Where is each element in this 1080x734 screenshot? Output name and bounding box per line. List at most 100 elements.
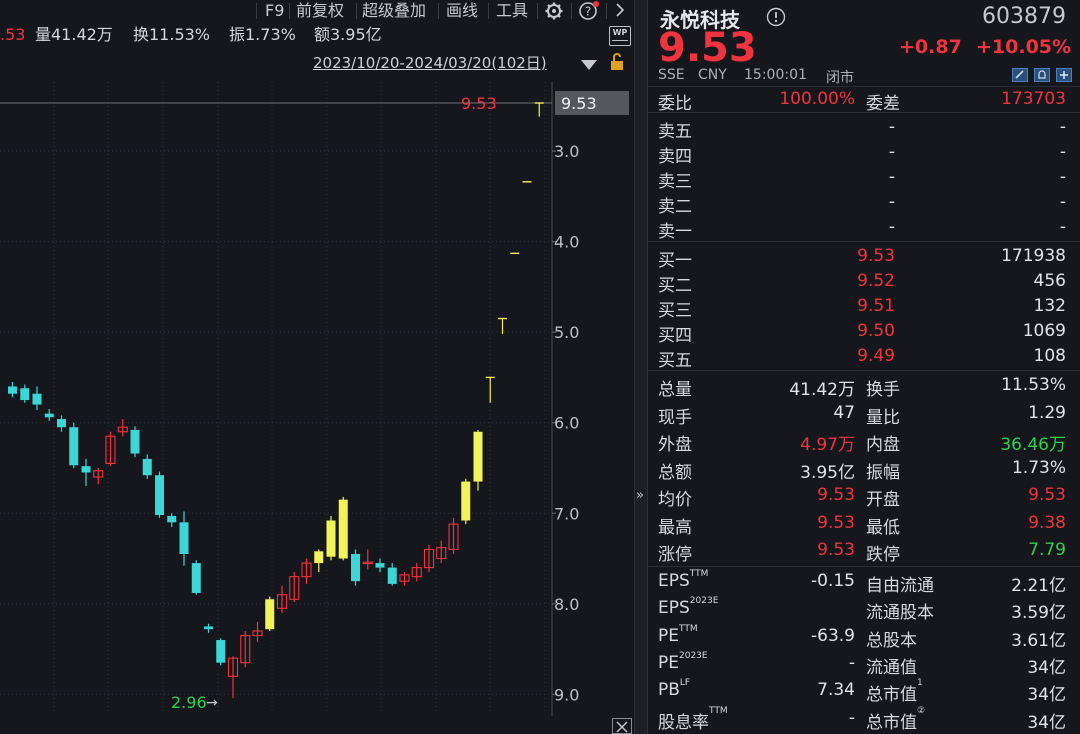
last-price: 9.53 bbox=[658, 25, 757, 71]
info-amount: 额3.95亿 bbox=[314, 25, 382, 44]
stat-label: 换手 bbox=[866, 380, 900, 400]
stat-row: 总额 3.95亿 振幅 1.73% bbox=[648, 458, 1080, 483]
stat-value: 9.38 bbox=[1028, 512, 1066, 533]
stat-value: 9.53 bbox=[1028, 485, 1066, 505]
candle-body bbox=[81, 466, 91, 473]
dropdown-triangle-icon[interactable] bbox=[580, 56, 598, 75]
edit-icon[interactable] bbox=[1012, 68, 1028, 86]
overlay-button[interactable]: 超级叠加 bbox=[362, 0, 426, 22]
draw-button[interactable]: 画线 bbox=[446, 0, 478, 22]
fundamental-label-text: 总市值 bbox=[866, 712, 917, 733]
fundamental-label: 总市值② bbox=[866, 706, 925, 733]
info-price: .53 bbox=[0, 25, 26, 44]
stat-label: 内盘 bbox=[866, 435, 900, 455]
stat-label: 振幅 bbox=[866, 462, 900, 483]
alert-bell-icon[interactable] bbox=[1034, 68, 1050, 86]
market-status-row: SSE CNY 15:00:01 闭市 bbox=[648, 67, 1080, 86]
fundamental-row: PBLF 7.34 总市值1 34亿 bbox=[648, 678, 1080, 706]
asks-volume: - bbox=[1059, 217, 1066, 237]
f9-button[interactable]: F9 bbox=[265, 0, 284, 22]
candle-body bbox=[8, 386, 17, 394]
y-tick-label: 9.0 bbox=[554, 685, 579, 704]
y-tick-label: 8.0 bbox=[554, 595, 579, 614]
stat-value: 9.53 bbox=[817, 540, 855, 560]
fundamental-label-text: 股息率 bbox=[658, 712, 709, 733]
stat-value: 36.46万 bbox=[1000, 435, 1066, 455]
candle-body bbox=[351, 554, 360, 582]
fundamental-value: 34亿 bbox=[1027, 685, 1066, 706]
fundamental-label: 流通股本 bbox=[866, 598, 934, 623]
chart-toolbar: F9 前复权 超级叠加 画线 工具 ? bbox=[0, 0, 634, 24]
bids-price: 9.52 bbox=[857, 271, 895, 291]
bids-row[interactable]: 买二 9.52 456 bbox=[648, 271, 1080, 296]
asks-label: 卖二 bbox=[658, 197, 692, 217]
bids-row[interactable]: 买四 9.50 1069 bbox=[648, 321, 1080, 346]
lock-icon[interactable] bbox=[608, 52, 626, 76]
expand-arrow-icon[interactable]: » bbox=[636, 488, 644, 503]
bids-price: 9.51 bbox=[857, 296, 895, 316]
bids-volume: 108 bbox=[1033, 346, 1066, 366]
fundamental-value: 3.61亿 bbox=[1011, 630, 1066, 651]
kline-chart[interactable]: 9.0 8.0 7.0 6.0 5.0 4.0 3.0 9.53 9.53 2.96 → bbox=[0, 0, 634, 734]
stat-label: 开盘 bbox=[866, 490, 900, 510]
app-window: { "toolbar": { "f9": "F9", "adjust": "前复… bbox=[0, 0, 1080, 734]
panel-divider[interactable]: » bbox=[634, 0, 648, 734]
wp-icon[interactable]: WP bbox=[609, 26, 631, 46]
bids-row[interactable]: 买三 9.51 132 bbox=[648, 296, 1080, 321]
add-watchlist-icon[interactable] bbox=[1056, 68, 1072, 86]
asks-row[interactable]: 卖一 - - bbox=[648, 217, 1080, 242]
candle-body bbox=[57, 419, 66, 428]
fundamental-row: PE2023E - 流通值 34亿 bbox=[648, 651, 1080, 678]
fundamental-label-sup: 1 bbox=[917, 678, 923, 689]
asks-row[interactable]: 卖二 - - bbox=[648, 192, 1080, 217]
kline-chart-pane: 9.0 8.0 7.0 6.0 5.0 4.0 3.0 9.53 9.53 2.96 → F9 前复… bbox=[0, 0, 634, 734]
help-icon[interactable]: ? bbox=[578, 0, 600, 22]
stat-label: 涨停 bbox=[658, 545, 692, 565]
candle-body bbox=[142, 458, 152, 476]
exchange: SSE bbox=[658, 67, 685, 83]
settings-gear-icon[interactable] bbox=[544, 0, 566, 22]
stat-row: 均价 9.53 开盘 9.53 bbox=[648, 485, 1080, 510]
candle-body bbox=[387, 567, 397, 584]
stat-row: 涨停 9.53 跌停 7.79 bbox=[648, 540, 1080, 565]
asks-price: - bbox=[888, 117, 895, 137]
bids-row[interactable]: 买五 9.49 108 bbox=[648, 346, 1080, 371]
chevron-right-icon[interactable] bbox=[614, 0, 626, 22]
fundamental-label: 股息率TTM bbox=[658, 706, 728, 733]
fundamental-label-text: PE bbox=[658, 652, 679, 673]
asks-price: - bbox=[888, 217, 895, 237]
date-range-selector[interactable]: 2023/10/20-2024/03/20(102日) bbox=[313, 52, 547, 73]
candle-body bbox=[155, 475, 164, 516]
fundamental-label-text: 总市值 bbox=[866, 685, 917, 706]
candle-body bbox=[130, 429, 140, 454]
bids-label: 买四 bbox=[658, 326, 692, 346]
candle-body bbox=[69, 427, 79, 466]
fundamental-label-text: PE bbox=[658, 625, 679, 646]
close-icon[interactable] bbox=[612, 718, 632, 734]
fundamental-row: EPS2023E 流通股本 3.59亿 bbox=[648, 596, 1080, 623]
stat-label: 最低 bbox=[866, 517, 900, 538]
stat-value: 41.42万 bbox=[789, 380, 855, 400]
asks-row[interactable]: 卖五 - - bbox=[648, 117, 1080, 142]
wp-badge-text: WP bbox=[612, 28, 628, 37]
fundamental-label-text: EPS bbox=[658, 598, 690, 619]
tools-button[interactable]: 工具 bbox=[496, 0, 528, 22]
bids-price: 9.50 bbox=[857, 321, 895, 341]
weibi-value: 100.00% bbox=[779, 89, 855, 109]
fundamental-label: PE2023E bbox=[658, 651, 708, 673]
asks-row[interactable]: 卖三 - - bbox=[648, 167, 1080, 192]
stat-row: 外盘 4.97万 内盘 36.46万 bbox=[648, 430, 1080, 455]
stat-row: 最高 9.53 最低 9.38 bbox=[648, 512, 1080, 538]
stat-value: 1.29 bbox=[1028, 402, 1066, 423]
bids-row[interactable]: 买一 9.53 171938 bbox=[648, 246, 1080, 271]
bids-volume: 171938 bbox=[1001, 246, 1066, 266]
asks-row[interactable]: 卖四 - - bbox=[648, 142, 1080, 167]
weicha-value: 173703 bbox=[1001, 89, 1066, 109]
fundamental-label-sup: TTM bbox=[689, 569, 709, 579]
info-volume: 量41.42万 bbox=[35, 25, 113, 44]
candle-body bbox=[473, 431, 483, 482]
stat-label: 总额 bbox=[658, 462, 692, 483]
weicha-label: 委差 bbox=[866, 94, 900, 114]
asks-volume: - bbox=[1059, 192, 1066, 212]
adjust-button[interactable]: 前复权 bbox=[296, 0, 344, 22]
